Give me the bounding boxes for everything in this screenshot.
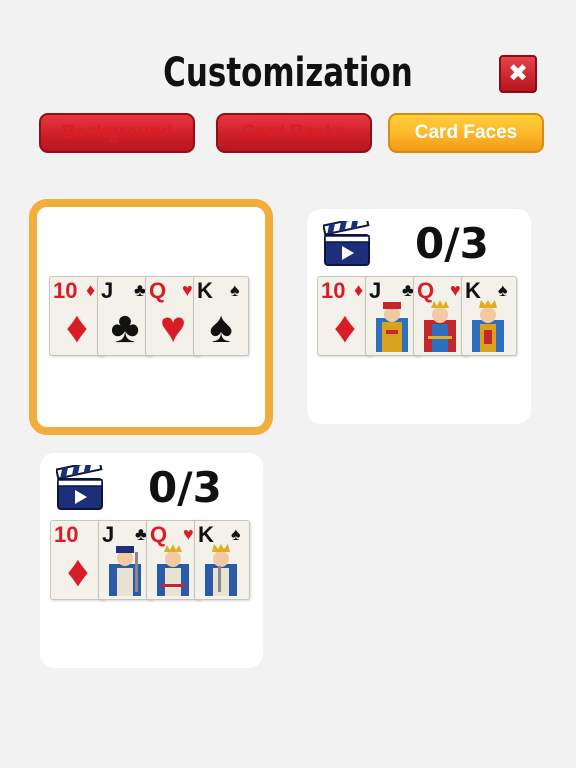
diamond-icon: ♦	[333, 303, 357, 352]
video-clapper-icon	[56, 464, 103, 510]
close-icon: ✖	[507, 60, 529, 87]
queen-figure-icon	[157, 544, 189, 596]
tab-card-faces[interactable]: Card Faces	[388, 113, 544, 153]
video-clapper-icon	[323, 220, 370, 266]
jack-figure-icon	[376, 302, 408, 352]
card-rank: 10	[53, 278, 78, 303]
card-king-spades: K ♠	[194, 520, 250, 600]
card-rank: K	[197, 278, 213, 303]
diamond-icon: ♦	[86, 280, 96, 300]
card-rank: 10	[54, 522, 79, 547]
page-title: Customization	[163, 50, 413, 96]
heart-icon: ♥	[159, 303, 187, 352]
queen-figure-icon	[424, 300, 456, 352]
spade-icon: ♠	[498, 280, 508, 300]
card-preview-row: 10 ♦ ♦ J ♣ ♣ Q ♥ ♥ K ♠ ♠	[49, 276, 249, 356]
heart-icon: ♥	[450, 280, 461, 300]
card-preview-row: 10 ♦ J ♣ Q ♥ K ♠	[50, 520, 250, 600]
card-rank: J	[101, 278, 114, 303]
heart-icon: ♥	[182, 280, 193, 300]
heart-icon: ♥	[183, 524, 194, 544]
spade-icon: ♠	[230, 280, 240, 300]
unlock-progress: 0/3	[415, 219, 489, 268]
tab-background[interactable]: Background	[39, 113, 195, 153]
card-king-spades: K ♠ ♠	[193, 276, 249, 356]
card-face-option-royal-2[interactable]: 0/3 10 ♦ J ♣ Q ♥ K ♠	[40, 453, 263, 668]
card-king-spades: K ♠	[461, 276, 517, 356]
card-rank: 10	[321, 278, 346, 303]
diamond-icon: ♦	[65, 303, 89, 352]
card-face-option-royal-1[interactable]: 0/3 10 ♦ ♦ J ♣ Q ♥ K ♠	[307, 209, 531, 424]
spade-icon: ♠	[231, 524, 241, 544]
card-face-option-classic[interactable]: 10 ♦ ♦ J ♣ ♣ Q ♥ ♥ K ♠ ♠	[29, 199, 273, 435]
diamond-icon: ♦	[66, 547, 90, 596]
king-figure-icon	[205, 544, 237, 596]
spade-icon: ♠	[209, 303, 233, 352]
king-figure-icon	[472, 300, 504, 352]
tab-card-backs[interactable]: Card Backs	[216, 113, 372, 153]
close-button[interactable]: ✖	[499, 55, 537, 93]
card-rank: Q	[149, 278, 167, 303]
card-preview-row: 10 ♦ ♦ J ♣ Q ♥ K ♠	[317, 276, 517, 356]
unlock-progress: 0/3	[148, 463, 222, 512]
diamond-icon: ♦	[354, 280, 364, 300]
jack-figure-icon	[109, 546, 141, 596]
club-icon: ♣	[110, 303, 140, 352]
